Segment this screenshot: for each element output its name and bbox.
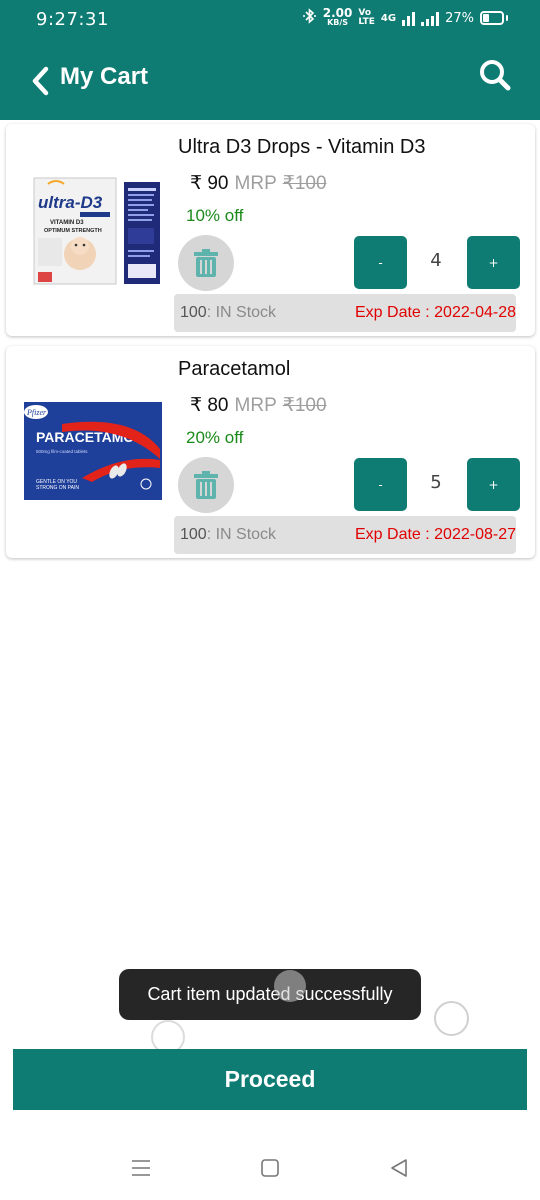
- stock-bar: 100: IN Stock Exp Date : 2022-08-27: [174, 516, 516, 554]
- stock-status: : IN Stock: [206, 526, 277, 543]
- quantity-value: 5: [430, 472, 442, 493]
- page-title: My Cart: [60, 63, 149, 90]
- quantity-decrease-button[interactable]: -: [354, 458, 407, 511]
- touch-indicator: [274, 970, 306, 1002]
- network-type: 4G: [380, 12, 397, 24]
- trash-icon: [194, 471, 218, 499]
- status-time: 9:27:31: [36, 9, 109, 30]
- toast-message: Cart item updated successfully: [119, 969, 421, 1020]
- product-name[interactable]: Ultra D3 Drops - Vitamin D3: [178, 136, 425, 159]
- quantity-value: 4: [430, 250, 442, 271]
- image-brand-text: Pfizer: [26, 408, 47, 417]
- status-icons: 2.00 KB/S Vo LTE 4G 27%: [302, 6, 508, 28]
- home-button[interactable]: [258, 1156, 282, 1180]
- recent-apps-button[interactable]: [129, 1156, 153, 1180]
- volte-indicator: Vo LTE: [358, 9, 375, 27]
- delete-button[interactable]: [178, 235, 234, 291]
- app-screen: 9:27:31 2.00 KB/S Vo LTE 4G 27% My Cart …: [0, 0, 540, 1200]
- status-bar: 9:27:31 2.00 KB/S Vo LTE 4G 27%: [0, 0, 540, 40]
- proceed-button[interactable]: Proceed: [13, 1049, 527, 1110]
- stock-info: 100: IN Stock: [180, 526, 276, 544]
- image-sub1-text: VITAMIN D3: [50, 220, 84, 226]
- cart-item: ultra-D3 VITAMIN D3 OPTIMUM STRENGTH Ult…: [6, 124, 535, 336]
- discount-label: 20% off: [186, 428, 244, 447]
- menu-icon: [132, 1160, 150, 1176]
- stock-bar: 100: IN Stock Exp Date : 2022-04-28: [174, 294, 516, 332]
- signal-icon-2: [421, 10, 440, 26]
- mrp-label: MRP: [234, 395, 277, 416]
- image-sub2-text: OPTIMUM STRENGTH: [44, 228, 102, 234]
- stock-count: 100: [180, 304, 207, 321]
- delete-button[interactable]: [178, 457, 234, 513]
- mrp-value: ₹100: [282, 173, 327, 194]
- price-row: ₹ 90 MRP ₹100: [190, 172, 327, 195]
- net-speed: 2.00 KB/S: [322, 6, 353, 28]
- chevron-left-icon: [32, 66, 49, 96]
- net-speed-value: 2.00: [322, 6, 353, 20]
- system-back-button[interactable]: [387, 1156, 411, 1180]
- touch-indicator: [434, 1001, 469, 1036]
- price-row: ₹ 80 MRP ₹100: [190, 394, 327, 417]
- search-icon: [480, 60, 511, 91]
- image-sub-text: 500mg film-coated tablets: [36, 449, 88, 454]
- back-button[interactable]: [28, 64, 54, 98]
- bluetooth-icon: [302, 8, 317, 28]
- quantity-increase-button[interactable]: +: [467, 236, 520, 289]
- product-price: ₹ 90: [190, 173, 229, 194]
- stock-count: 100: [180, 526, 207, 543]
- app-header: My Cart: [0, 40, 540, 120]
- product-image: ultra-D3 VITAMIN D3 OPTIMUM STRENGTH: [22, 172, 162, 292]
- cart-item: Pfizer PARACETAMOL 500mg film-coated tab…: [6, 346, 535, 558]
- battery-percent: 27%: [445, 10, 474, 26]
- signal-icon: [402, 10, 416, 26]
- home-square-icon: [261, 1159, 279, 1177]
- image-brand-text: ultra-D3: [38, 193, 103, 212]
- discount-label: 10% off: [186, 206, 244, 225]
- system-nav-bar: [0, 1140, 540, 1200]
- product-image: Pfizer PARACETAMOL 500mg film-coated tab…: [22, 394, 162, 514]
- expiry-date: Exp Date : 2022-08-27: [355, 526, 516, 543]
- quantity-increase-button[interactable]: +: [467, 458, 520, 511]
- volte-bottom: LTE: [358, 17, 375, 27]
- quantity-decrease-button[interactable]: -: [354, 236, 407, 289]
- stock-status: : IN Stock: [206, 304, 277, 321]
- battery-icon: [480, 11, 508, 25]
- stock-info: 100: IN Stock: [180, 304, 276, 322]
- trash-icon: [194, 249, 218, 277]
- mrp-label: MRP: [234, 173, 277, 194]
- expiry-date: Exp Date : 2022-04-28: [355, 304, 516, 321]
- triangle-back-icon: [391, 1159, 407, 1177]
- image-tag2-text: STRONG ON PAIN: [36, 485, 79, 491]
- net-speed-unit: KB/S: [327, 18, 349, 27]
- mrp-value: ₹100: [282, 395, 327, 416]
- product-price: ₹ 80: [190, 395, 229, 416]
- search-button[interactable]: [478, 58, 512, 92]
- product-name[interactable]: Paracetamol: [178, 358, 290, 381]
